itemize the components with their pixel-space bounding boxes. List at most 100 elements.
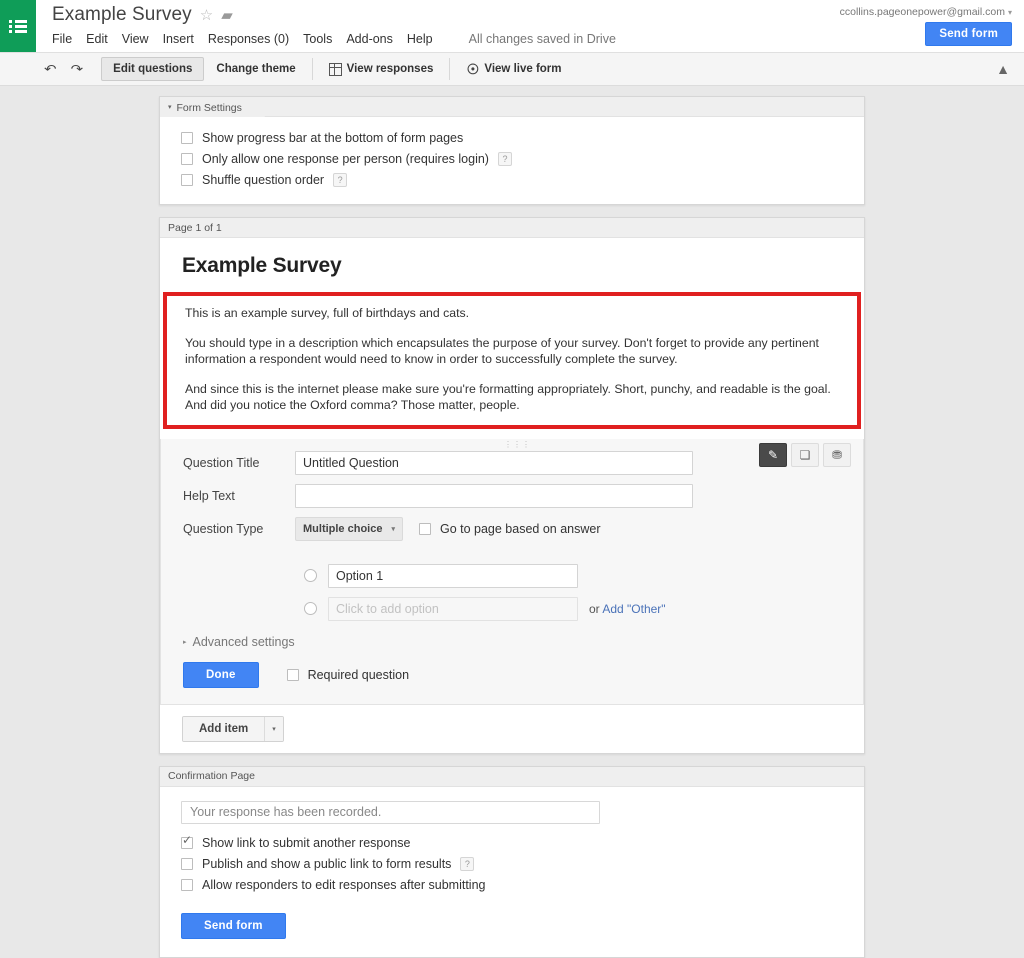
option-radio[interactable] [304, 602, 317, 615]
grid-icon [329, 63, 342, 76]
tab-edit-questions[interactable]: Edit questions [101, 57, 204, 81]
menu-addons[interactable]: Add-ons [346, 30, 402, 48]
option-radio[interactable] [304, 569, 317, 582]
confirm-publish-checkbox[interactable] [181, 858, 193, 870]
form-description-paragraph: And since this is the internet please ma… [185, 381, 839, 414]
advanced-settings-toggle[interactable]: ▸ Advanced settings [161, 635, 863, 649]
form-description-paragraph: You should type in a description which e… [185, 335, 839, 368]
forms-list-icon[interactable] [0, 0, 36, 52]
setting-progress-bar-checkbox[interactable] [181, 132, 193, 144]
page-tab[interactable]: Page 1 of 1 [160, 218, 236, 237]
send-form-button-footer[interactable]: Send form [181, 913, 286, 939]
confirmation-message-input[interactable] [181, 801, 600, 824]
menu-insert[interactable]: Insert [163, 30, 203, 48]
confirm-show-link-label: Show link to submit another response [202, 836, 410, 850]
app-header: Example Survey ☆ ▰ File Edit View Insert… [0, 0, 1024, 53]
add-item-bar: Add item ▾ [160, 705, 864, 753]
required-question-row[interactable]: Required question [287, 668, 409, 682]
help-icon[interactable]: ? [498, 152, 512, 166]
confirmation-page-tab[interactable]: Confirmation Page [160, 767, 269, 786]
help-text-label: Help Text [183, 489, 295, 503]
star-icon[interactable]: ☆ [200, 8, 213, 23]
menu-bar: File Edit View Insert Responses (0) Tool… [52, 30, 616, 48]
send-form-button-header[interactable]: Send form [925, 22, 1012, 46]
live-form-icon: ☉ [466, 63, 479, 76]
form-description-paragraph: This is an example survey, full of birth… [185, 305, 839, 322]
add-option-row: or Add "Other" [161, 597, 863, 621]
add-item-dropdown-icon[interactable]: ▾ [264, 717, 283, 741]
form-settings-tab-label: Form Settings [177, 102, 242, 114]
confirm-edit-responses-row[interactable]: Allow responders to edit responses after… [181, 878, 864, 892]
form-description-highlight[interactable]: This is an example survey, full of birth… [163, 292, 861, 429]
done-button[interactable]: Done [183, 662, 259, 688]
page-title[interactable]: Example Survey [52, 4, 192, 26]
menu-responses[interactable]: Responses (0) [208, 30, 298, 48]
account-email-label: ccollins.pageonepower@gmail.com [840, 6, 1005, 18]
help-text-row: Help Text [161, 484, 863, 508]
confirm-show-link-row[interactable]: Show link to submit another response [181, 836, 864, 850]
logo-lines [9, 18, 27, 35]
delete-question-button[interactable]: ⛃ [823, 443, 851, 467]
confirm-publish-row[interactable]: Publish and show a public link to form r… [181, 857, 864, 871]
page-tab-strip: Page 1 of 1 [160, 218, 864, 238]
question-title-row: Question Title [161, 451, 863, 475]
confirm-show-link-checkbox[interactable] [181, 837, 193, 849]
tab-view-live-form-label: View live form [484, 63, 561, 75]
collapse-toolbar-icon[interactable]: ▲ [996, 62, 1010, 76]
add-other-wrap: or Add "Other" [589, 602, 666, 616]
add-item-button[interactable]: Add item [183, 717, 264, 741]
add-item-group: Add item ▾ [182, 716, 284, 742]
help-icon[interactable]: ? [460, 857, 474, 871]
redo-icon[interactable]: ↷ [71, 63, 84, 75]
tab-view-responses[interactable]: View responses [317, 57, 446, 82]
menu-tools[interactable]: Tools [303, 30, 341, 48]
drag-handle[interactable]: ⋮⋮⋮ [504, 442, 520, 448]
form-settings-tab[interactable]: ▾ Form Settings [160, 98, 256, 117]
tab-change-theme-label: Change theme [216, 63, 295, 75]
chevron-right-icon: ▸ [183, 638, 187, 646]
confirm-edit-responses-checkbox[interactable] [181, 879, 193, 891]
chevron-down-icon: ▾ [1008, 8, 1012, 17]
menu-help[interactable]: Help [407, 30, 442, 48]
undo-redo-group: ↶ ↷ [44, 62, 83, 77]
confirmation-body: Show link to submit another response Pub… [160, 787, 864, 957]
setting-shuffle-row[interactable]: Shuffle question order ? [181, 173, 864, 187]
undo-icon[interactable]: ↶ [44, 63, 57, 75]
edit-question-button[interactable]: ✎ [759, 443, 787, 467]
question-title-input[interactable] [295, 451, 693, 475]
folder-icon[interactable]: ▰ [221, 8, 233, 23]
tab-edit-questions-label: Edit questions [113, 63, 192, 75]
page-tab-label: Page 1 of 1 [168, 222, 222, 234]
tab-view-responses-label: View responses [347, 63, 434, 75]
menu-view[interactable]: View [122, 30, 158, 48]
option-row [161, 564, 863, 588]
required-question-label: Required question [308, 668, 409, 682]
tab-view-live-form[interactable]: ☉ View live form [454, 57, 573, 82]
toolbar-divider [449, 58, 450, 80]
question-type-row: Question Type Multiple choice ▾ Go to pa… [161, 517, 863, 541]
menu-file[interactable]: File [52, 30, 81, 48]
form-title[interactable]: Example Survey [182, 254, 842, 278]
required-question-checkbox[interactable] [287, 669, 299, 681]
account-menu[interactable]: ccollins.pageonepower@gmail.com▾ [840, 6, 1012, 18]
setting-shuffle-checkbox[interactable] [181, 174, 193, 186]
question-type-select[interactable]: Multiple choice ▾ [295, 517, 403, 541]
help-text-input[interactable] [295, 484, 693, 508]
confirm-edit-responses-label: Allow responders to edit responses after… [202, 878, 485, 892]
add-option-input[interactable] [328, 597, 578, 621]
confirm-publish-label: Publish and show a public link to form r… [202, 857, 451, 871]
setting-progress-bar-row[interactable]: Show progress bar at the bottom of form … [181, 131, 864, 145]
goto-page-checkbox[interactable] [419, 523, 431, 535]
setting-one-response-row[interactable]: Only allow one response per person (requ… [181, 152, 864, 166]
form-settings-card: ▾ Form Settings Show progress bar at the… [159, 96, 865, 205]
tab-change-theme[interactable]: Change theme [204, 57, 307, 81]
setting-progress-bar-label: Show progress bar at the bottom of form … [202, 131, 463, 145]
help-icon[interactable]: ? [333, 173, 347, 187]
add-other-link[interactable]: Add "Other" [602, 602, 665, 616]
setting-one-response-checkbox[interactable] [181, 153, 193, 165]
menu-edit[interactable]: Edit [86, 30, 117, 48]
option-input[interactable] [328, 564, 578, 588]
duplicate-question-button[interactable]: ❏ [791, 443, 819, 467]
form-page-card: Page 1 of 1 Example Survey This is an ex… [159, 217, 865, 754]
or-label: or [589, 602, 600, 616]
